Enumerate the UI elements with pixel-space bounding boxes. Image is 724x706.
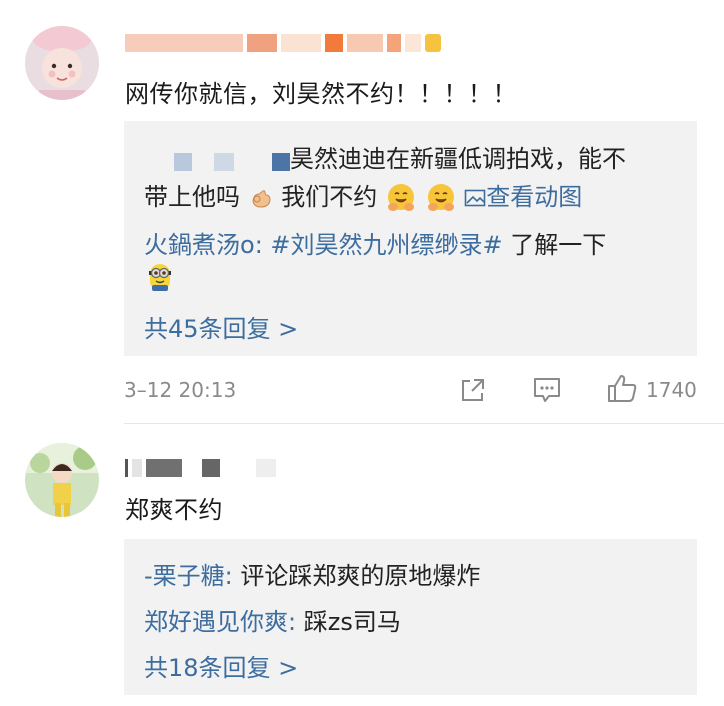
reply-username[interactable]: 火鍋煮汤o (144, 231, 255, 259)
comment-text: 郑爽不约 (125, 496, 223, 524)
avatar-image (25, 26, 99, 100)
hug-emoji-icon (387, 184, 414, 211)
more-replies-link[interactable]: 共18条回复 > (144, 648, 298, 683)
comment-text: 网传你就信，刘昊然不约！！！！！ (125, 80, 517, 108)
reply-text: 了解一下 (502, 231, 607, 259)
divider (124, 423, 724, 424)
minion-emoji-icon (146, 261, 174, 297)
avatar[interactable] (25, 26, 99, 100)
reply-box[interactable]: 昊然迪迪在新疆低调拍戏，能不 带上他吗 我们不约 查看动图 火鍋煮汤o: #刘昊… (124, 121, 697, 356)
like-icon[interactable] (606, 372, 638, 404)
reply-item[interactable]: -栗子糖: 评论踩郑爽的原地爆炸 (144, 556, 480, 591)
reply-item-continued: 带上他吗 我们不约 查看动图 (144, 177, 582, 214)
image-icon (464, 189, 486, 207)
timestamp: 3–12 20:13 (124, 378, 237, 402)
share-icon[interactable] (459, 376, 487, 404)
reply-separator: : (254, 231, 271, 259)
reply-box[interactable]: -栗子糖: 评论踩郑爽的原地爆炸 郑好遇见你爽: 踩zs司马 共18条回复 > (124, 539, 697, 695)
username-redacted[interactable] (125, 457, 276, 479)
reply-item[interactable]: 昊然迪迪在新疆低调拍戏，能不 (144, 139, 626, 174)
username-redacted[interactable] (125, 32, 441, 54)
reply-text: 带上他吗 (144, 183, 240, 211)
ok-hand-emoji-icon (252, 190, 271, 208)
reply-text: 评论踩郑爽的原地爆炸 (240, 562, 481, 590)
reply-item[interactable]: 火鍋煮汤o: #刘昊然九州缥缈录# 了解一下 (144, 225, 606, 260)
reply-text: 踩zs司马 (303, 608, 401, 636)
reply-separator: : (288, 608, 304, 636)
hashtag-link[interactable]: #刘昊然九州缥缈录# (270, 231, 502, 259)
like-button[interactable]: 1740 (606, 372, 702, 406)
more-replies-link[interactable]: 共45条回复 > (144, 309, 298, 344)
reply-item[interactable]: 郑好遇见你爽: 踩zs司马 (144, 602, 401, 637)
avatar[interactable] (25, 443, 99, 517)
reply-text: 昊然迪迪在新疆低调拍戏，能不 (290, 145, 626, 173)
reply-separator: : (224, 562, 241, 590)
comment-icon[interactable] (532, 375, 562, 405)
reply-username[interactable]: 郑好遇见你爽 (144, 608, 288, 636)
reply-username[interactable]: -栗子糖 (144, 562, 225, 590)
reply-text: 我们不约 (281, 183, 378, 211)
avatar-image (25, 443, 99, 517)
hug-emoji-icon (427, 184, 454, 211)
reply-username-redacted[interactable] (144, 149, 290, 171)
like-count: 1740 (646, 378, 697, 402)
view-gif-link[interactable]: 查看动图 (464, 183, 582, 211)
